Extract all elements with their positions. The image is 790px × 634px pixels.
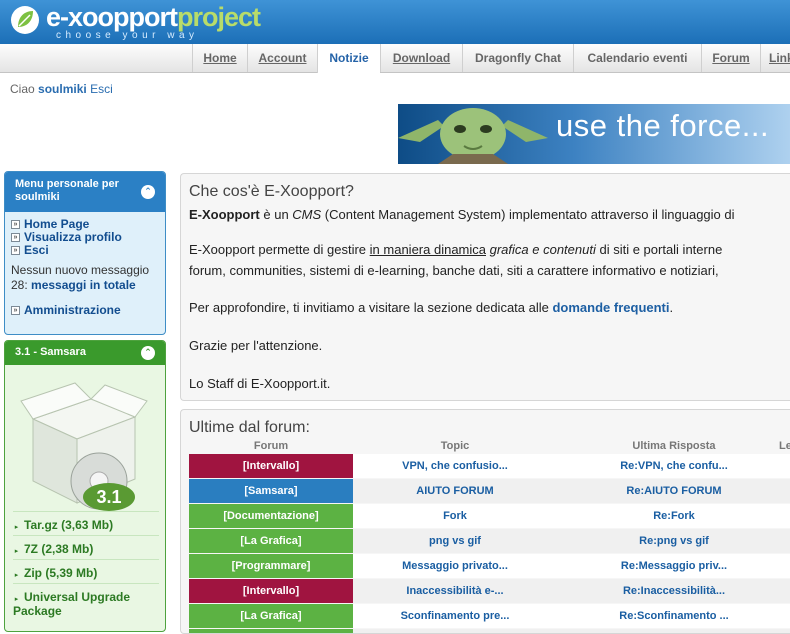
greeting-username[interactable]: soulmiki (38, 82, 87, 96)
yoda-illustration (398, 108, 548, 164)
forum-row: [Programmare] Messaggio privato... Re:Me… (189, 554, 790, 578)
forum-topic-link[interactable]: Fork (353, 504, 557, 528)
forum-row: [Intervallo] Inaccessibilità e-... Re:In… (189, 579, 790, 603)
download-zip-link[interactable]: ▸ Zip (5,39 Mb) (13, 559, 159, 580)
personal-menu-body: » Home Page » Visualizza profilo » Esci Nes… (5, 212, 165, 321)
nav-tab-account[interactable]: Account (247, 44, 317, 72)
forum-category[interactable]: [Intervallo] (189, 454, 353, 478)
forum-topic-link[interactable]: Inaccessibilità e-... (353, 579, 557, 603)
release-box: 3.1 - Samsara ⌃ 3.1 ▸ Tar.gz (3,63 Mb) ▸ 7… (4, 340, 166, 632)
download-7z-label: 7Z (2,38 Mb) (24, 542, 94, 556)
messages-count: 28: (11, 278, 28, 292)
upgrade-package-label: Universal Upgrade Package (13, 590, 131, 618)
release-title: 3.1 - Samsara ⌃ (5, 341, 165, 365)
forum-topic-link[interactable]: Sconfinamento pre... (353, 604, 557, 628)
release-title-text: 3.1 - Samsara (15, 346, 86, 358)
forum-row: [Intervallo] VPN, che confusio... Re:VPN… (189, 454, 790, 478)
main-nav: Home Account Notizie Download Dragonfly … (0, 44, 790, 73)
bullet-icon: ▸ (14, 548, 19, 555)
logout-link[interactable]: Esci (90, 82, 113, 96)
release-version-badge: 3.1 (96, 487, 121, 507)
bullet-icon: » (11, 233, 20, 242)
forum-category[interactable]: [Intervallo] (189, 579, 353, 603)
about-line-6: Lo Staff di E-Xoopport.it. (189, 376, 331, 391)
promo-banner[interactable]: use the force... (398, 104, 790, 164)
personal-menu-title: Menu personale per soulmiki ⌃ (5, 172, 165, 212)
forum-category[interactable]: [Documentazione] (189, 504, 353, 528)
forum-reply-link[interactable]: Re:VPN, che confu... (557, 454, 790, 478)
about-line-1: E-Xoopport è un CMS (Content Management … (189, 207, 735, 222)
nav-tab-link[interactable]: Link (760, 44, 790, 72)
forum-topic-link[interactable]: Messaggio privato... (353, 554, 557, 578)
logo-leaf-icon (11, 6, 39, 34)
collapse-icon[interactable]: ⌃ (141, 185, 155, 199)
forum-row: [La Grafica] Sconfinamento pre... Re:Sco… (189, 604, 790, 628)
collapse-icon[interactable]: ⌃ (141, 346, 155, 360)
menu-link-logout[interactable]: » Esci (11, 244, 159, 257)
personal-menu-box: Menu personale per soulmiki ⌃ » Home Page… (4, 171, 166, 335)
col-forum-header: Forum (253, 440, 289, 452)
bullet-icon: » (11, 220, 20, 229)
nav-tab-download[interactable]: Download (380, 44, 462, 72)
forum-topic-link[interactable]: png vs gif (353, 529, 557, 553)
nav-tab-notizie[interactable]: Notizie (317, 44, 380, 73)
nav-tab-forum[interactable]: Forum (701, 44, 760, 72)
forum-topic-link[interactable]: VPN, che confusio... (353, 454, 557, 478)
forum-row: [La Grafica] png vs gif Re:png vs gif (189, 529, 790, 553)
menu-link-admin[interactable]: » Amministrazione (11, 304, 159, 317)
forum-reply-link[interactable]: Re:png vs gif (557, 529, 790, 553)
download-targz-link[interactable]: ▸ Tar.gz (3,63 Mb) (13, 511, 159, 532)
about-line-3: forum, communities, sistemi di e-learnin… (189, 263, 719, 278)
download-zip-label: Zip (5,39 Mb) (24, 566, 98, 580)
bullet-icon: » (11, 246, 20, 255)
download-targz-label: Tar.gz (3,63 Mb) (24, 518, 114, 532)
forum-category[interactable]: [La Grafica] (189, 604, 353, 628)
forum-heading: Ultime dal forum: (189, 419, 310, 436)
logo-title: e-xoopportproject (46, 2, 261, 32)
col-reply-header: Ultima Risposta (632, 440, 716, 452)
about-line-2: E-Xoopport permette di gestire in manier… (189, 242, 723, 257)
about-line-5: Grazie per l'attenzione. (189, 338, 323, 353)
nav-tab-home[interactable]: Home (192, 44, 247, 72)
forum-reply-link[interactable]: Re:Inaccessibilità... (557, 579, 790, 603)
nav-tab-dragonfly-chat[interactable]: Dragonfly Chat (462, 44, 573, 72)
menu-link-logout-label: Esci (24, 243, 49, 257)
bullet-icon: ▸ (14, 572, 19, 579)
forum-reply-link[interactable]: Re:Messaggio priv... (557, 554, 790, 578)
menu-link-admin-label: Amministrazione (24, 303, 121, 317)
messages-status: Nessun nuovo messaggio 28: messaggi in t… (11, 263, 159, 293)
about-panel: Che cos'è E-Xoopport? E-Xoopport è un CM… (180, 173, 790, 401)
forum-category[interactable]: [Samsara] (189, 479, 353, 503)
header-bar: e-xoopportproject choose your way (0, 0, 790, 44)
download-7z-link[interactable]: ▸ 7Z (2,38 Mb) (13, 535, 159, 556)
personal-menu-title-text: Menu personale per soulmiki (15, 178, 119, 203)
forum-reply-link[interactable]: Re:AIUTO FORUM (557, 479, 790, 503)
forum-category[interactable]: [La Grafica] (189, 529, 353, 553)
col-topic-header: Topic (440, 440, 470, 452)
banner-text: use the force... (556, 108, 770, 143)
site-logo[interactable]: e-xoopportproject choose your way (10, 2, 270, 42)
forum-category[interactable]: [Programmare] (189, 554, 353, 578)
forum-reply-link[interactable]: Re:Sconfinamento ... (557, 604, 790, 628)
col-extra-header: Le (779, 440, 790, 452)
package-box-illustration[interactable]: 3.1 (13, 371, 153, 521)
greeting-prefix: Ciao (10, 82, 35, 96)
faq-link[interactable]: domande frequenti (552, 300, 669, 315)
bullet-icon: » (11, 306, 20, 315)
forum-row: [Samsara] AIUTO FORUM Re:AIUTO FORUM (189, 479, 790, 503)
about-heading: Che cos'è E-Xoopport? (189, 183, 354, 200)
logo-tagline: choose your way (56, 30, 199, 41)
user-greeting: Ciao soulmiki Esci (10, 82, 113, 96)
upgrade-package-link[interactable]: ▸ Universal Upgrade Package (13, 583, 159, 618)
messages-link[interactable]: messaggi in totale (31, 278, 136, 292)
bullet-icon: ▸ (14, 596, 19, 603)
forum-row: [Documentazione] Fork Re:Fork (189, 504, 790, 528)
forum-panel: Ultime dal forum: Forum Topic Ultima Ris… (180, 409, 790, 634)
forum-reply-link[interactable]: Re:Fork (557, 504, 790, 528)
nav-tab-calendario[interactable]: Calendario eventi (573, 44, 701, 72)
messages-status-text: Nessun nuovo messaggio (11, 263, 150, 277)
about-line-4: Per approfondire, ti invitiamo a visitar… (189, 300, 674, 315)
bullet-icon: ▸ (14, 524, 19, 531)
forum-topic-link[interactable]: AIUTO FORUM (353, 479, 557, 503)
